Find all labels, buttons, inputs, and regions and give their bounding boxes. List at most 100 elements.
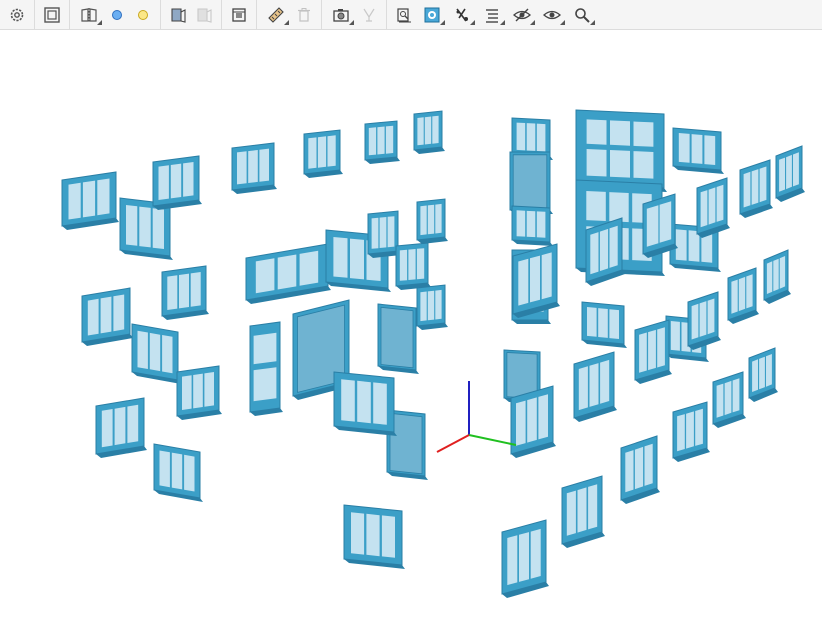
yellow-dot-icon — [138, 9, 148, 20]
window[interactable] — [153, 443, 203, 502]
window[interactable] — [176, 365, 222, 420]
dropdown-indicator — [530, 19, 535, 25]
viewer-toolbar — [0, 0, 822, 30]
window[interactable] — [642, 193, 678, 258]
window[interactable] — [696, 177, 730, 238]
search-button[interactable] — [567, 2, 597, 28]
section-button[interactable] — [74, 2, 104, 28]
fit-view-button[interactable] — [39, 2, 65, 28]
toolbar-group-camera — [322, 0, 387, 29]
window[interactable] — [364, 120, 400, 164]
window[interactable] — [687, 291, 721, 350]
window[interactable] — [343, 504, 405, 569]
isolate-off-icon — [197, 7, 212, 23]
window-family-model[interactable] — [61, 109, 805, 598]
model-canvas[interactable] — [0, 31, 822, 622]
window[interactable] — [231, 142, 277, 194]
section-book-icon — [81, 7, 97, 22]
model-browser-button[interactable] — [477, 2, 507, 28]
toolbar-group-model — [222, 0, 257, 29]
toolbar-group-settings — [0, 0, 35, 29]
window[interactable] — [161, 265, 209, 320]
dropdown-indicator — [349, 19, 354, 25]
window[interactable] — [131, 323, 181, 384]
window[interactable] — [152, 155, 202, 210]
window[interactable] — [303, 129, 343, 178]
window[interactable] — [748, 347, 778, 402]
toolbar-group-tools — [387, 0, 601, 29]
dropdown-indicator — [500, 19, 505, 25]
delete-button[interactable] — [291, 2, 317, 28]
window[interactable] — [512, 243, 560, 318]
window[interactable] — [413, 110, 445, 154]
gear-icon — [10, 8, 24, 21]
show-button[interactable] — [537, 2, 567, 28]
toolbar-group-isolate — [161, 0, 222, 29]
window[interactable] — [416, 284, 448, 330]
window[interactable] — [245, 243, 331, 304]
window[interactable] — [739, 159, 773, 218]
dropdown-indicator — [590, 19, 595, 25]
window[interactable] — [712, 371, 746, 428]
hide-button[interactable] — [507, 2, 537, 28]
trash-icon — [298, 7, 310, 22]
window[interactable] — [634, 319, 672, 384]
explode-icon — [456, 8, 468, 21]
yellow-dot-button[interactable] — [130, 2, 156, 28]
window[interactable] — [61, 171, 119, 230]
window[interactable] — [727, 267, 759, 324]
y-axis — [468, 434, 517, 446]
fit-view-icon — [44, 6, 60, 23]
isolate-icon — [171, 7, 186, 23]
window[interactable] — [510, 385, 556, 458]
dropdown-indicator — [470, 19, 475, 25]
dropdown-indicator — [97, 19, 102, 25]
dropdown-indicator — [440, 19, 445, 25]
measure-icon — [268, 6, 284, 23]
search-icon — [575, 7, 590, 23]
explode-button[interactable] — [447, 2, 477, 28]
isolate-off-button[interactable] — [191, 2, 217, 28]
window[interactable] — [672, 401, 710, 462]
window[interactable] — [416, 198, 448, 244]
properties-icon — [397, 7, 411, 22]
window[interactable] — [775, 145, 805, 202]
window[interactable] — [249, 321, 283, 416]
model-box-icon — [232, 7, 246, 22]
window[interactable] — [575, 109, 667, 192]
window[interactable] — [581, 301, 627, 348]
window[interactable] — [763, 249, 791, 304]
window[interactable] — [672, 127, 724, 174]
window[interactable] — [95, 397, 147, 458]
blue-dot-button[interactable] — [104, 2, 130, 28]
dropdown-indicator — [284, 19, 289, 25]
hide-icon — [513, 8, 531, 21]
toolbar-group-view — [35, 0, 70, 29]
model-box-button[interactable] — [226, 2, 252, 28]
render-mode-button[interactable] — [417, 2, 447, 28]
window[interactable] — [561, 475, 605, 548]
blue-dot-icon — [112, 9, 122, 20]
window[interactable] — [620, 435, 660, 504]
isolate-button[interactable] — [165, 2, 191, 28]
settings-button[interactable] — [4, 2, 30, 28]
window[interactable] — [511, 205, 553, 246]
door[interactable] — [509, 151, 553, 214]
markup-icon — [363, 8, 375, 22]
window[interactable] — [81, 287, 133, 346]
toolbar-group-measure — [257, 0, 322, 29]
camera-icon — [333, 8, 349, 22]
window[interactable] — [333, 371, 397, 436]
window[interactable] — [501, 519, 549, 598]
window[interactable] — [573, 351, 617, 422]
measure-button[interactable] — [261, 2, 291, 28]
markup-button[interactable] — [356, 2, 382, 28]
camera-button[interactable] — [326, 2, 356, 28]
show-icon — [543, 10, 561, 19]
door[interactable] — [377, 303, 419, 374]
3d-viewport[interactable] — [0, 31, 822, 622]
list-icon — [486, 8, 498, 23]
window[interactable] — [585, 217, 625, 286]
properties-button[interactable] — [391, 2, 417, 28]
window[interactable] — [395, 242, 431, 290]
